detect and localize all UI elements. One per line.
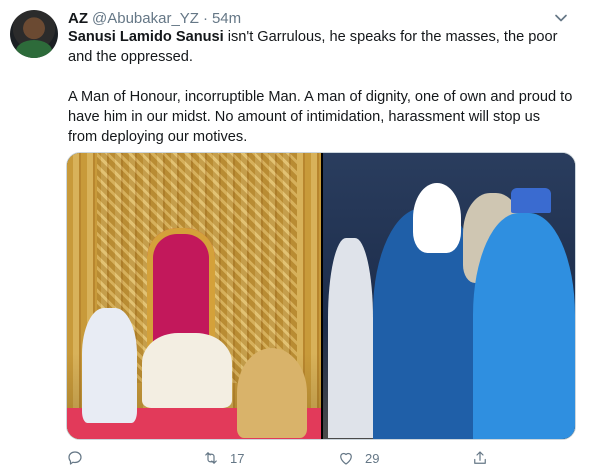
timestamp[interactable]: 54m — [212, 10, 241, 27]
seated-figure-left — [82, 308, 137, 423]
retweet-button[interactable]: 17 — [202, 449, 244, 467]
like-count: 29 — [365, 450, 380, 466]
person-right-cap — [511, 188, 551, 213]
avatar-shirt — [16, 40, 52, 58]
share-button[interactable] — [471, 449, 489, 467]
person-right-robe — [473, 213, 575, 439]
separator-dot: · — [202, 9, 208, 27]
person-left — [328, 238, 373, 438]
tweet[interactable]: AZ @Abubakar_YZ · 54m Sanusi Lamido Sanu… — [0, 0, 589, 471]
bold-name: Sanusi Lamido Sanusi — [68, 29, 224, 45]
retweet-count: 17 — [230, 450, 245, 466]
avatar[interactable] — [10, 10, 58, 58]
tweet-header: AZ @Abubakar_YZ · 54m — [68, 8, 241, 28]
heart-icon — [340, 452, 352, 465]
media-photo-left[interactable] — [67, 153, 321, 439]
tweet-paragraph-2: A Man of Honour, incorruptible Man. A ma… — [68, 89, 573, 145]
tweet-text: Sanusi Lamido Sanusi isn't Garrulous, he… — [68, 27, 573, 147]
display-name[interactable]: AZ — [68, 10, 88, 27]
reply-icon — [68, 451, 82, 465]
tweet-actions: 17 29 — [66, 449, 546, 469]
share-icon — [474, 451, 486, 464]
like-button[interactable]: 29 — [337, 449, 379, 467]
seated-figure-center — [142, 333, 232, 408]
tweet-paragraph-1: Sanusi Lamido Sanusi isn't Garrulous, he… — [68, 27, 573, 67]
reply-button[interactable] — [66, 449, 84, 467]
chevron-down-icon[interactable] — [551, 8, 571, 28]
media-photo-right[interactable] — [323, 153, 575, 439]
seated-figure-right — [237, 348, 307, 438]
retweet-icon — [205, 452, 217, 464]
user-handle[interactable]: @Abubakar_YZ — [92, 10, 199, 27]
person-center-turban — [413, 183, 461, 253]
tweet-media[interactable] — [66, 152, 576, 440]
